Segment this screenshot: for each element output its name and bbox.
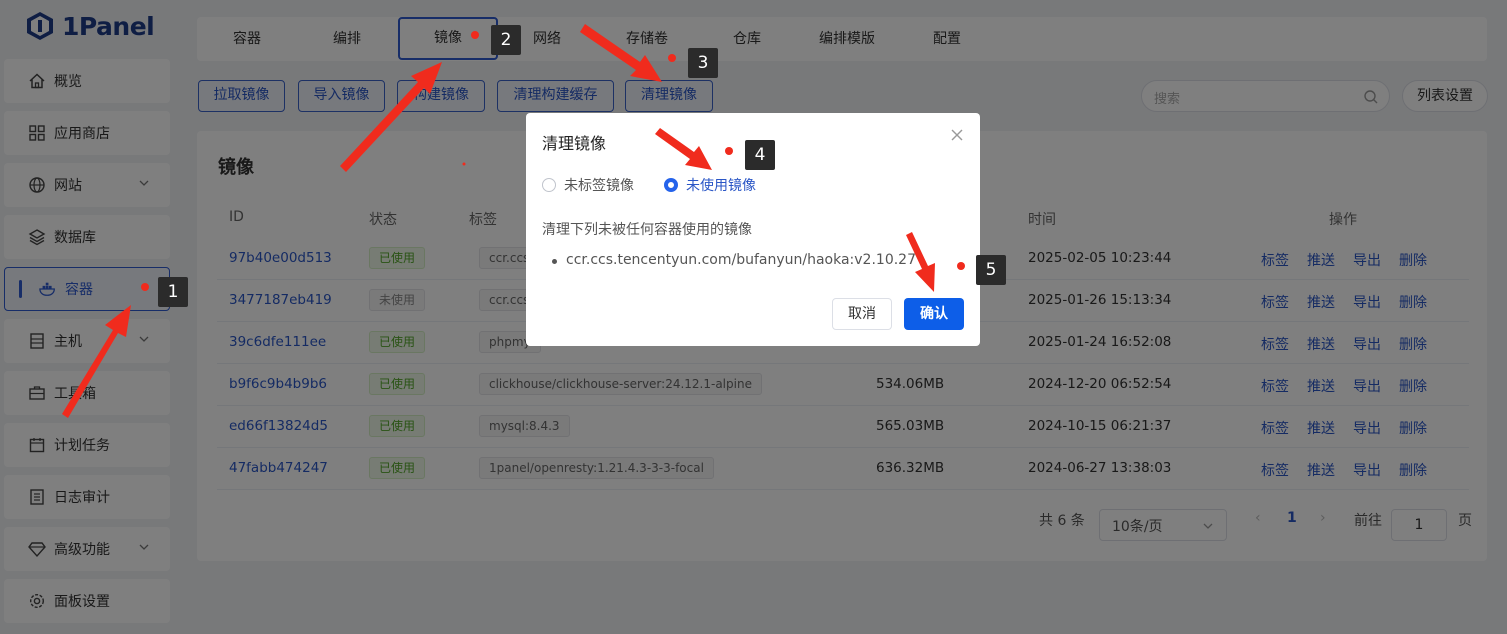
- annotation-dot-stray: [462, 162, 466, 166]
- annotation-dot-1: [141, 283, 149, 291]
- annotation-arrow-1: [62, 305, 131, 418]
- annotation-marker-3: 3: [688, 48, 718, 78]
- annotation-marker-1: 1: [158, 277, 188, 307]
- annotation-dot-2: [471, 31, 479, 39]
- annotation-dot-3: [668, 54, 676, 62]
- annotation-dot-5: [957, 262, 965, 270]
- annotation-marker-2: 2: [491, 25, 521, 55]
- annotation-marker-5: 5: [976, 255, 1006, 285]
- annotation-arrow-4: [655, 128, 712, 170]
- annotation-arrow-5: [906, 232, 935, 292]
- annotation-arrow-3: [580, 24, 662, 82]
- annotation-arrow-2: [340, 62, 442, 172]
- annotation-marker-4: 4: [745, 140, 775, 170]
- annotation-arrows: [62, 24, 965, 418]
- annotation-dot-4: [725, 147, 733, 155]
